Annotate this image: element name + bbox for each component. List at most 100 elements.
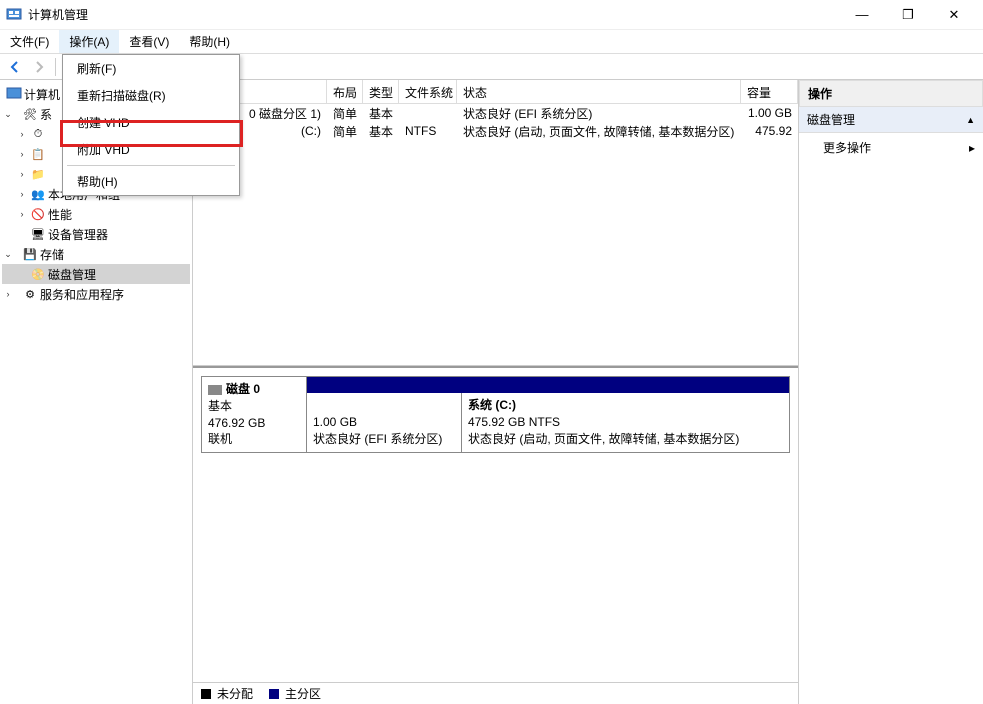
vol-type: 基本 (363, 123, 399, 140)
computer-icon (6, 86, 22, 102)
col-status[interactable]: 状态 (457, 80, 741, 103)
vol-status: 状态良好 (EFI 系统分区) (457, 105, 741, 122)
col-layout[interactable]: 布局 (327, 80, 363, 103)
actions-more-label: 更多操作 (823, 139, 871, 156)
menu-action[interactable]: 操作(A) (59, 30, 119, 53)
col-type[interactable]: 类型 (363, 80, 399, 103)
tree-services-label: 服务和应用程序 (40, 286, 124, 303)
clock-icon: ⏱ (30, 126, 46, 142)
tree-root-label: 计算机 (24, 86, 60, 103)
tools-icon: 🛠 (22, 106, 38, 122)
partition-status: 状态良好 (EFI 系统分区) (313, 431, 455, 448)
minimize-button[interactable]: — (847, 7, 877, 23)
action-dropdown-menu: 刷新(F) 重新扫描磁盘(R) 创建 VHD 附加 VHD 帮助(H) (62, 54, 240, 196)
disk-info: 磁盘 0 基本 476.92 GB 联机 (202, 377, 307, 452)
volume-list-body: 0 磁盘分区 1) 简单 基本 状态良好 (EFI 系统分区) 1.00 GB … (193, 104, 798, 140)
disk-size: 476.92 GB (208, 415, 300, 432)
collapse-toggle[interactable]: ⌄ (2, 109, 14, 120)
menu-separator (67, 165, 235, 166)
partition-size: 475.92 GB NTFS (468, 414, 783, 431)
folder-icon: 📁 (30, 166, 46, 182)
tree-device-manager-label: 设备管理器 (48, 226, 108, 243)
partition-size: 1.00 GB (313, 414, 455, 431)
tree-disk-management[interactable]: 📀 磁盘管理 (2, 264, 190, 284)
expand-toggle[interactable]: › (16, 129, 28, 139)
event-icon: 📋 (30, 146, 46, 162)
menu-rescan-disks[interactable]: 重新扫描磁盘(R) (63, 82, 239, 109)
disk-partitions: 1.00 GB 状态良好 (EFI 系统分区) 系统 (C:) 475.92 G… (307, 377, 789, 452)
vol-type: 基本 (363, 105, 399, 122)
disk-diagram: 磁盘 0 基本 476.92 GB 联机 1.00 GB 状态良好 (EFI 系… (193, 366, 798, 704)
legend-swatch-unalloc (201, 689, 211, 699)
tree-device-manager[interactable]: 🖥 设备管理器 (2, 224, 190, 244)
partition-status: 状态良好 (启动, 页面文件, 故障转储, 基本数据分区) (468, 431, 783, 448)
volume-list-header: 布局 类型 文件系统 状态 容量 (193, 80, 798, 104)
menu-view[interactable]: 查看(V) (119, 30, 179, 53)
volume-list[interactable]: 布局 类型 文件系统 状态 容量 0 磁盘分区 1) 简单 基本 状态良好 (E… (193, 80, 798, 366)
tree-performance[interactable]: › 🚫 性能 (2, 204, 190, 224)
actions-section-label: 磁盘管理 (807, 111, 855, 128)
disk-icon (208, 385, 222, 395)
tree-storage[interactable]: ⌄ 💾 存储 (2, 244, 190, 264)
actions-header: 操作 (799, 80, 983, 107)
storage-icon: 💾 (22, 246, 38, 262)
col-filesystem[interactable]: 文件系统 (399, 80, 457, 103)
partition-efi[interactable]: 1.00 GB 状态良好 (EFI 系统分区) (307, 393, 462, 452)
close-button[interactable]: ✕ (939, 7, 969, 23)
vol-capacity: 475.92 (741, 124, 798, 138)
disk-status: 联机 (208, 431, 300, 448)
collapse-icon: ▲ (966, 115, 975, 125)
toolbar-separator (55, 58, 56, 76)
diagram-legend: 未分配 主分区 (193, 682, 798, 704)
menu-create-vhd[interactable]: 创建 VHD (63, 109, 239, 136)
menu-file[interactable]: 文件(F) (0, 30, 59, 53)
vol-status: 状态良好 (启动, 页面文件, 故障转储, 基本数据分区) (457, 123, 741, 140)
menu-help[interactable]: 帮助(H) (63, 168, 239, 195)
tree-performance-label: 性能 (48, 206, 72, 223)
actions-more[interactable]: 更多操作 ▸ (799, 133, 983, 162)
partition-header-strip (307, 377, 789, 393)
expand-toggle[interactable]: › (2, 289, 14, 299)
expand-toggle[interactable]: › (16, 169, 28, 179)
menu-refresh[interactable]: 刷新(F) (63, 55, 239, 82)
partition-name: 系统 (C:) (468, 398, 516, 412)
tree-services[interactable]: › ⚙ 服务和应用程序 (2, 284, 190, 304)
menu-help[interactable]: 帮助(H) (179, 30, 240, 53)
window-title: 计算机管理 (28, 6, 847, 23)
expand-toggle[interactable]: › (16, 189, 28, 199)
vol-fs: NTFS (399, 124, 457, 138)
main-panel: 布局 类型 文件系统 状态 容量 0 磁盘分区 1) 简单 基本 状态良好 (E… (193, 80, 799, 704)
tree-disk-management-label: 磁盘管理 (48, 266, 96, 283)
performance-icon: 🚫 (30, 206, 46, 222)
disk-icon: 📀 (30, 266, 46, 282)
menu-attach-vhd[interactable]: 附加 VHD (63, 136, 239, 163)
back-button[interactable] (4, 56, 26, 78)
volume-row[interactable]: (C:) 简单 基本 NTFS 状态良好 (启动, 页面文件, 故障转储, 基本… (193, 122, 798, 140)
users-icon: 👥 (30, 186, 46, 202)
device-icon: 🖥 (30, 226, 46, 242)
legend-swatch-primary (269, 689, 279, 699)
tree-system-tools-label: 系 (40, 106, 52, 123)
disk-row-0[interactable]: 磁盘 0 基本 476.92 GB 联机 1.00 GB 状态良好 (EFI 系… (201, 376, 790, 453)
expand-toggle[interactable]: › (16, 209, 28, 219)
chevron-right-icon: ▸ (969, 141, 975, 155)
window-controls: — ❐ ✕ (847, 7, 977, 23)
actions-section[interactable]: 磁盘管理 ▲ (799, 107, 983, 133)
expand-toggle[interactable]: › (16, 149, 28, 159)
volume-row[interactable]: 0 磁盘分区 1) 简单 基本 状态良好 (EFI 系统分区) 1.00 GB (193, 104, 798, 122)
actions-pane: 操作 磁盘管理 ▲ 更多操作 ▸ (799, 80, 983, 704)
services-icon: ⚙ (22, 286, 38, 302)
app-icon (6, 7, 22, 23)
titlebar: 计算机管理 — ❐ ✕ (0, 0, 983, 30)
partition-system-c[interactable]: 系统 (C:) 475.92 GB NTFS 状态良好 (启动, 页面文件, 故… (462, 393, 789, 452)
col-capacity[interactable]: 容量 (741, 80, 798, 103)
disk-name: 磁盘 0 (226, 382, 260, 396)
disk-type: 基本 (208, 398, 300, 415)
vol-layout: 简单 (327, 105, 363, 122)
collapse-toggle[interactable]: ⌄ (2, 249, 14, 260)
menubar: 文件(F) 操作(A) 查看(V) 帮助(H) (0, 30, 983, 54)
vol-capacity: 1.00 GB (741, 106, 798, 120)
maximize-button[interactable]: ❐ (893, 7, 923, 23)
legend-primary-label: 主分区 (285, 685, 321, 702)
forward-button[interactable] (28, 56, 50, 78)
